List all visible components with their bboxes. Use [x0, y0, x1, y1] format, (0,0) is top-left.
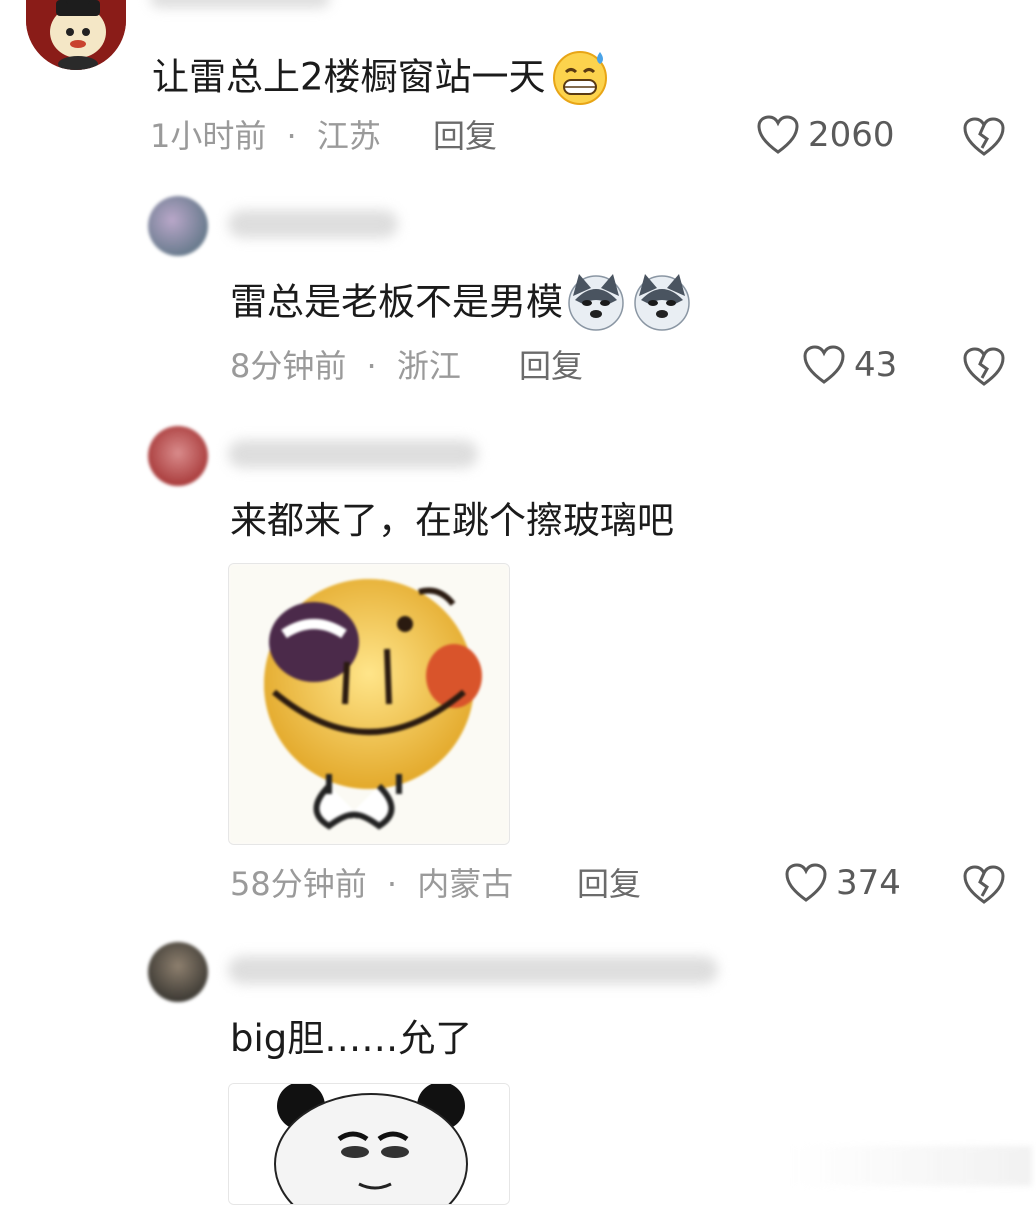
- smiley-face-sticker[interactable]: [228, 563, 510, 845]
- comment-time: 1小时前: [150, 117, 267, 155]
- reply-button[interactable]: 回复: [577, 868, 641, 900]
- comment-location: 浙江: [396, 347, 461, 385]
- broken-heart-icon: [963, 347, 1005, 386]
- heart-icon: [803, 345, 845, 384]
- meta-separator: ·: [286, 117, 297, 155]
- husky-dog-emoji: [565, 270, 695, 338]
- like-count: 43: [854, 345, 898, 385]
- avatar[interactable]: [148, 942, 208, 1002]
- broken-heart-icon: [963, 117, 1005, 156]
- comment-text: 来都来了，在跳个擦玻璃吧: [230, 499, 674, 542]
- like-count: 2060: [808, 115, 895, 155]
- heart-icon: [785, 863, 827, 902]
- comment-location: 江苏: [316, 117, 381, 155]
- comment-meta: 1小时前 · 江苏: [150, 120, 381, 152]
- comment-text: 雷总是老板不是男模: [230, 270, 695, 338]
- comment-text: 让雷总上2楼橱窗站一天: [152, 46, 612, 112]
- grinning-sweat-emoji: [548, 46, 612, 112]
- avatar[interactable]: [148, 426, 208, 486]
- comment-time: 58分钟前: [230, 865, 367, 903]
- like-button[interactable]: 374: [784, 862, 901, 904]
- username-blurred[interactable]: [228, 440, 478, 468]
- comment-location: 内蒙古: [417, 865, 514, 903]
- avatar[interactable]: [26, 0, 126, 70]
- like-count: 374: [836, 863, 901, 903]
- comment-time: 8分钟前: [230, 347, 347, 385]
- comment-meta: 8分钟前 · 浙江: [230, 350, 461, 382]
- heart-icon: [757, 115, 799, 154]
- panda-meme-sticker[interactable]: [228, 1083, 510, 1205]
- comment-body: 让雷总上2楼橱窗站一天: [152, 55, 546, 99]
- meta-separator: ·: [366, 347, 377, 385]
- comment-body: 雷总是老板不是男模: [230, 280, 563, 324]
- username-blurred[interactable]: [228, 210, 398, 238]
- broken-heart-icon: [963, 865, 1005, 904]
- like-button[interactable]: 2060: [756, 114, 895, 156]
- avatar[interactable]: [148, 196, 208, 256]
- comment-text: big胆……允了: [230, 1017, 473, 1060]
- dislike-button[interactable]: [962, 346, 1006, 390]
- comment-meta: 58分钟前 · 内蒙古: [230, 868, 513, 900]
- reply-button[interactable]: 回复: [433, 120, 497, 152]
- meta-separator: ·: [386, 865, 398, 903]
- reply-button[interactable]: 回复: [519, 350, 583, 382]
- dislike-button[interactable]: [962, 864, 1006, 908]
- username-blurred[interactable]: [228, 956, 718, 984]
- watermark-overlay: [792, 1146, 1032, 1186]
- username-blurred[interactable]: [150, 0, 330, 8]
- like-button[interactable]: 43: [802, 344, 897, 386]
- dislike-button[interactable]: [962, 116, 1006, 160]
